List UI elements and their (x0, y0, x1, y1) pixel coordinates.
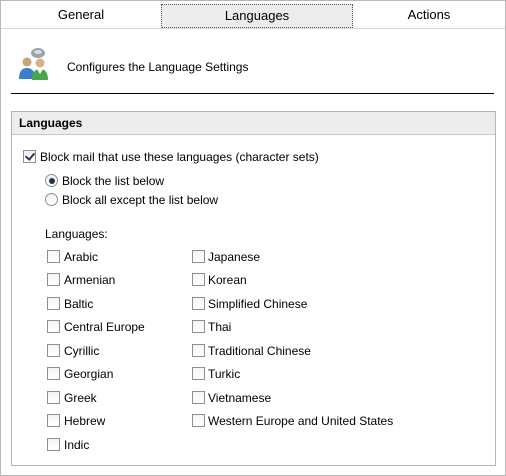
block-except-radio[interactable] (45, 193, 58, 206)
block-list-label: Block the list below (62, 174, 165, 188)
lang-checkbox-cyrillic[interactable] (47, 344, 60, 357)
lang-checkbox-japanese[interactable] (192, 250, 205, 263)
panel-title-bar: Languages (12, 112, 495, 135)
tab-divider (1, 28, 505, 29)
lang-label: Turkic (208, 367, 241, 381)
header-divider (11, 93, 494, 94)
lang-label: Central Europe (64, 320, 145, 334)
languages-label: Languages: (45, 227, 108, 241)
page-header: Configures the Language Settings (17, 47, 489, 87)
lang-checkbox-central-europe[interactable] (47, 320, 60, 333)
tab-actions[interactable]: Actions (353, 4, 505, 26)
lang-label: Japanese (208, 250, 261, 264)
lang-label: Georgian (64, 367, 114, 381)
lang-checkbox-arabic[interactable] (47, 250, 60, 263)
lang-checkbox-korean[interactable] (192, 273, 205, 286)
lang-checkbox-vietnamese[interactable] (192, 391, 205, 404)
lang-label: Korean (208, 273, 247, 287)
lang-label: Western Europe and United States (208, 414, 394, 428)
languages-panel: Languages Block mail that use these lang… (11, 111, 496, 466)
lang-checkbox-hebrew[interactable] (47, 414, 60, 427)
block-except-label: Block all except the list below (62, 193, 219, 207)
lang-label: Indic (64, 438, 90, 452)
lang-checkbox-simplified-chinese[interactable] (192, 297, 205, 310)
lang-checkbox-turkic[interactable] (192, 367, 205, 380)
lang-label: Traditional Chinese (208, 344, 311, 358)
lang-label: Greek (64, 391, 97, 405)
lang-label: Baltic (64, 297, 94, 311)
tab-bar: General Languages Actions (1, 1, 505, 29)
lang-checkbox-indic[interactable] (47, 438, 60, 451)
block-mail-checkbox[interactable] (23, 150, 36, 163)
dialog-frame: General Languages Actions Configures the… (0, 0, 506, 476)
tab-general[interactable]: General (1, 4, 161, 26)
lang-checkbox-thai[interactable] (192, 320, 205, 333)
lang-label: Armenian (64, 273, 116, 287)
lang-checkbox-western-europe[interactable] (192, 414, 205, 427)
lang-label: Simplified Chinese (208, 297, 308, 311)
block-mail-label: Block mail that use these languages (cha… (40, 150, 319, 164)
panel-title: Languages (19, 116, 83, 130)
lang-label: Vietnamese (208, 391, 272, 405)
lang-checkbox-georgian[interactable] (47, 367, 60, 380)
lang-label: Hebrew (64, 414, 106, 428)
block-list-radio[interactable] (45, 174, 58, 187)
lang-label: Cyrillic (64, 344, 100, 358)
lang-label: Arabic (64, 250, 99, 264)
lang-checkbox-baltic[interactable] (47, 297, 60, 310)
page-description: Configures the Language Settings (67, 60, 249, 74)
tab-languages[interactable]: Languages (161, 4, 353, 28)
lang-checkbox-armenian[interactable] (47, 273, 60, 286)
lang-label: Thai (208, 320, 232, 334)
lang-checkbox-traditional-chinese[interactable] (192, 344, 205, 357)
users-settings-icon (17, 47, 51, 83)
lang-checkbox-greek[interactable] (47, 391, 60, 404)
